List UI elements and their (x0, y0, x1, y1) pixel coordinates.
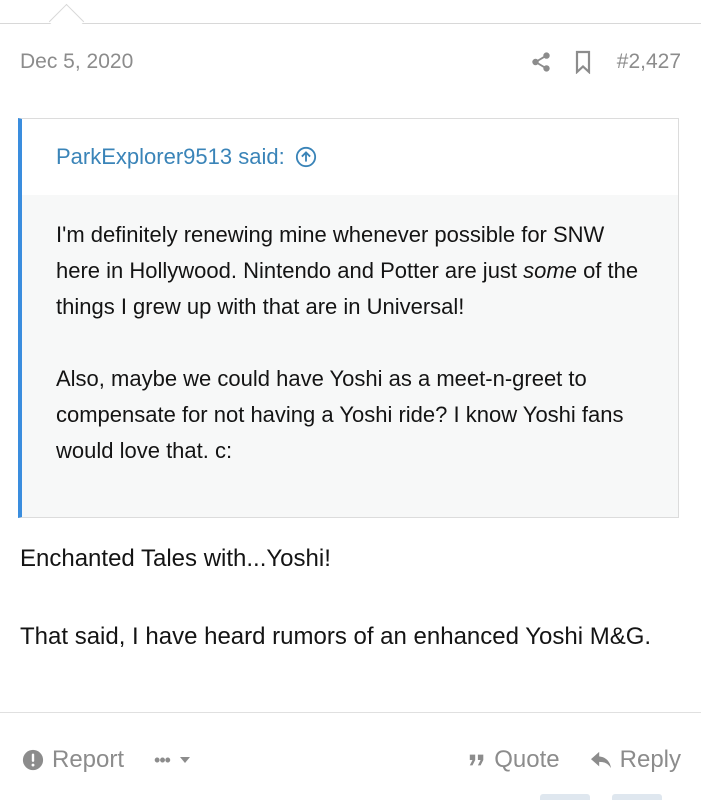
quote-button[interactable]: Quote (468, 746, 560, 774)
post-body: Enchanted Tales with...Yoshi! That said,… (20, 540, 681, 656)
report-button[interactable]: Report (22, 746, 124, 774)
post-actions-left: Report ••• (22, 746, 192, 774)
more-label: ••• (154, 749, 171, 770)
scroll-indicator-left (540, 794, 590, 800)
reply-arrow-icon (590, 751, 611, 769)
caret-down-icon (179, 757, 190, 763)
post-top-border (0, 23, 701, 24)
quote-paragraph: Also, maybe we could have Yoshi as a mee… (56, 366, 624, 463)
post-number[interactable]: #2,427 (617, 50, 681, 74)
quote-author: ParkExplorer9513 said: (56, 144, 285, 169)
post-paragraph: That said, I have heard rumors of an enh… (20, 623, 652, 650)
quote-mark-icon (470, 754, 484, 766)
reply-label: Reply (619, 746, 681, 773)
post-actions-right: Quote Reply (468, 746, 681, 774)
quote-paragraph: I'm definitely renewing mine whenever po… (56, 217, 644, 325)
scroll-indicator-right (612, 794, 662, 800)
alert-icon (22, 749, 44, 771)
quote-emphasis: some (523, 258, 577, 283)
quote-header: ParkExplorer9513 said: (22, 119, 678, 195)
quote-label: Quote (494, 746, 560, 773)
more-options-button[interactable]: ••• (154, 750, 192, 771)
post-date[interactable]: Dec 5, 2020 (20, 50, 133, 74)
share-icon[interactable] (529, 50, 553, 74)
quote-block: ParkExplorer9513 said: I'm definitely re… (18, 118, 679, 518)
quote-author-link[interactable]: ParkExplorer9513 said: (56, 144, 317, 170)
reply-button[interactable]: Reply (590, 746, 681, 774)
post-actions: Report ••• Quote Reply (22, 740, 681, 780)
post-bottom-border (0, 712, 701, 713)
post-paragraph: Enchanted Tales with...Yoshi! (20, 545, 331, 572)
report-label: Report (52, 746, 125, 773)
post-notch (48, 3, 85, 40)
post-meta-actions: #2,427 (529, 50, 681, 74)
post-meta: Dec 5, 2020 #2,427 (20, 44, 681, 80)
bookmark-icon[interactable] (571, 50, 595, 74)
arrow-up-circle-icon (295, 146, 316, 168)
quote-body: I'm definitely renewing mine whenever po… (22, 195, 678, 469)
